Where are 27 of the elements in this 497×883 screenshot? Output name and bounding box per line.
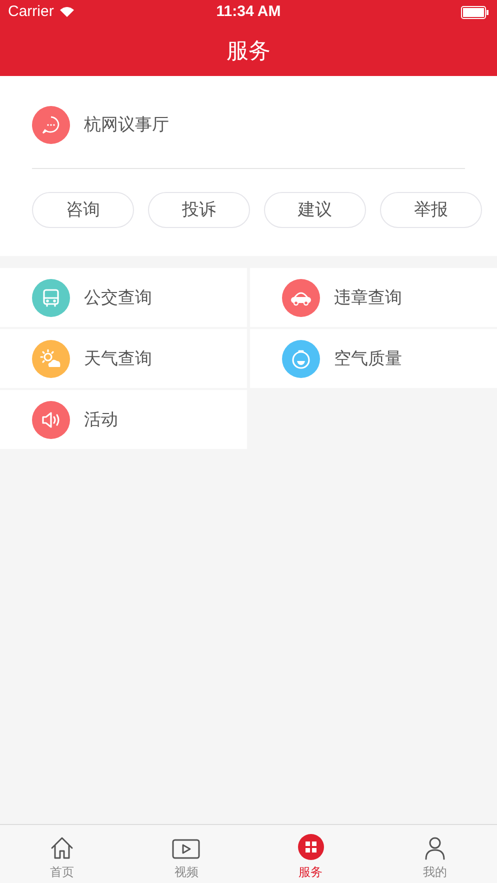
category-button[interactable]: 举报 [380, 192, 482, 228]
home-icon [49, 835, 76, 861]
tab-item[interactable]: 服务 [248, 825, 373, 883]
person-icon [422, 835, 447, 861]
service-label: 天气查询 [84, 348, 152, 370]
status-time: 11:34 AM [216, 2, 281, 22]
battery-icon [461, 6, 489, 18]
carrier-label: Carrier [8, 2, 54, 22]
service-item[interactable]: 空气质量 [250, 329, 497, 388]
page-title: 服务 [226, 36, 270, 64]
wifi-icon [58, 6, 75, 18]
service-item[interactable]: 违章查询 [250, 268, 497, 327]
service-label: 空气质量 [334, 348, 402, 370]
forum-title: 杭网议事厅 [84, 114, 169, 136]
sun-cloud-icon [39, 348, 63, 370]
category-button[interactable]: 咨询 [32, 192, 134, 228]
category-button[interactable]: 建议 [264, 192, 366, 228]
service-label: 活动 [84, 408, 118, 431]
service-item[interactable]: 公交查询 [0, 268, 247, 327]
service-label: 违章查询 [334, 286, 402, 309]
grid-icon [296, 833, 325, 861]
service-label: 公交查询 [84, 286, 152, 309]
service-item[interactable]: 活动 [0, 390, 247, 449]
play-icon [171, 837, 202, 861]
bus-icon [40, 286, 62, 308]
category-button[interactable]: 投诉 [148, 192, 250, 228]
service-item[interactable]: 天气查询 [0, 329, 247, 388]
